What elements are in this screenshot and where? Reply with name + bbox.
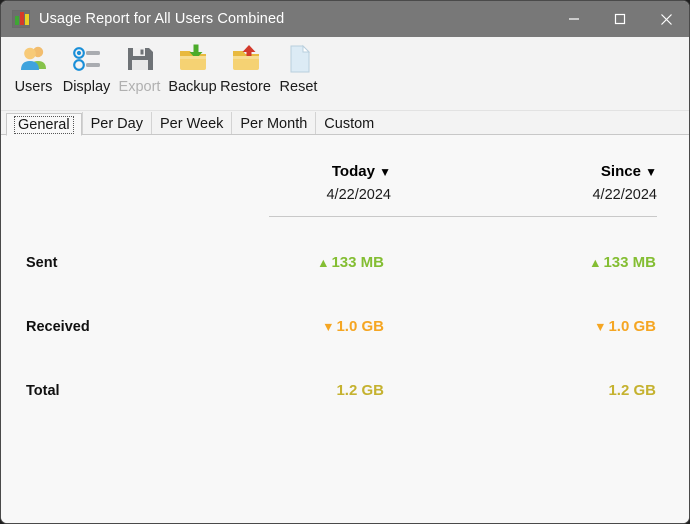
users-icon — [17, 42, 51, 76]
tab-per-month[interactable]: Per Month — [231, 112, 315, 135]
maximize-icon[interactable] — [597, 1, 643, 37]
row-value-since: ▼1.0 GB — [1, 317, 656, 337]
value-text: 1.0 GB — [608, 318, 656, 335]
table-row: Received ▼1.0 GB ▼1.0 GB — [1, 317, 689, 337]
toolbar-button-restore[interactable]: Restore — [219, 37, 272, 95]
toolbar-button-display[interactable]: Display — [60, 37, 113, 95]
toolbar-label: Display — [63, 79, 111, 95]
tab-custom[interactable]: Custom — [315, 112, 382, 135]
toolbar: Users Display — [1, 37, 689, 111]
tab-per-week[interactable]: Per Week — [151, 112, 231, 135]
toolbar-label: Users — [15, 79, 53, 95]
window-title: Usage Report for All Users Combined — [39, 11, 284, 27]
column-title-text: Since — [601, 163, 641, 180]
toolbar-button-users[interactable]: Users — [7, 37, 60, 95]
toolbar-button-backup[interactable]: Backup — [166, 37, 219, 95]
report-header-row: Today ▼ 4/22/2024 Since ▼ 4/22/2024 — [1, 163, 689, 213]
report-panel: Today ▼ 4/22/2024 Since ▼ 4/22/2024 Sent… — [1, 134, 689, 523]
toolbar-label: Backup — [168, 79, 216, 95]
row-value-since: ▲133 MB — [1, 253, 656, 273]
toolbar-label: Reset — [280, 79, 318, 95]
tab-label: Custom — [324, 116, 374, 132]
folder-down-icon — [176, 42, 210, 76]
value-text: 133 MB — [603, 254, 656, 271]
column-date: 4/22/2024 — [1, 186, 657, 204]
floppy-disk-icon — [123, 42, 157, 76]
window-controls — [551, 1, 689, 37]
row-value-since: 1.2 GB — [1, 381, 656, 401]
display-icon — [70, 42, 104, 76]
table-row: Sent ▲133 MB ▲133 MB — [1, 253, 689, 273]
app-window: Usage Report for All Users Combined — [0, 0, 690, 524]
header-separator — [269, 216, 657, 217]
bar-chart-icon — [12, 10, 30, 28]
folder-up-icon — [229, 42, 263, 76]
tab-label: Per Day — [91, 116, 143, 132]
chevron-down-icon: ▼ — [645, 165, 657, 179]
tab-label: General — [14, 116, 74, 134]
title-bar: Usage Report for All Users Combined — [1, 1, 689, 37]
table-row: Total 1.2 GB 1.2 GB — [1, 381, 689, 401]
value-text: 1.2 GB — [608, 382, 656, 399]
minimize-icon[interactable] — [551, 1, 597, 37]
column-title: Since ▼ — [1, 163, 657, 181]
toolbar-label: Restore — [220, 79, 271, 95]
tab-strip: General Per Day Per Week Per Month Custo… — [1, 111, 689, 135]
tab-per-day[interactable]: Per Day — [82, 112, 151, 135]
arrow-down-icon: ▼ — [594, 320, 606, 334]
tab-general[interactable]: General — [6, 113, 82, 136]
close-icon[interactable] — [643, 1, 689, 37]
arrow-up-icon: ▲ — [589, 256, 601, 270]
toolbar-label: Export — [119, 79, 161, 95]
toolbar-button-reset[interactable]: Reset — [272, 37, 325, 95]
toolbar-button-export[interactable]: Export — [113, 37, 166, 95]
tab-label: Per Month — [240, 116, 307, 132]
column-header-since[interactable]: Since ▼ 4/22/2024 — [1, 163, 657, 204]
tab-label: Per Week — [160, 116, 223, 132]
document-icon — [282, 42, 316, 76]
